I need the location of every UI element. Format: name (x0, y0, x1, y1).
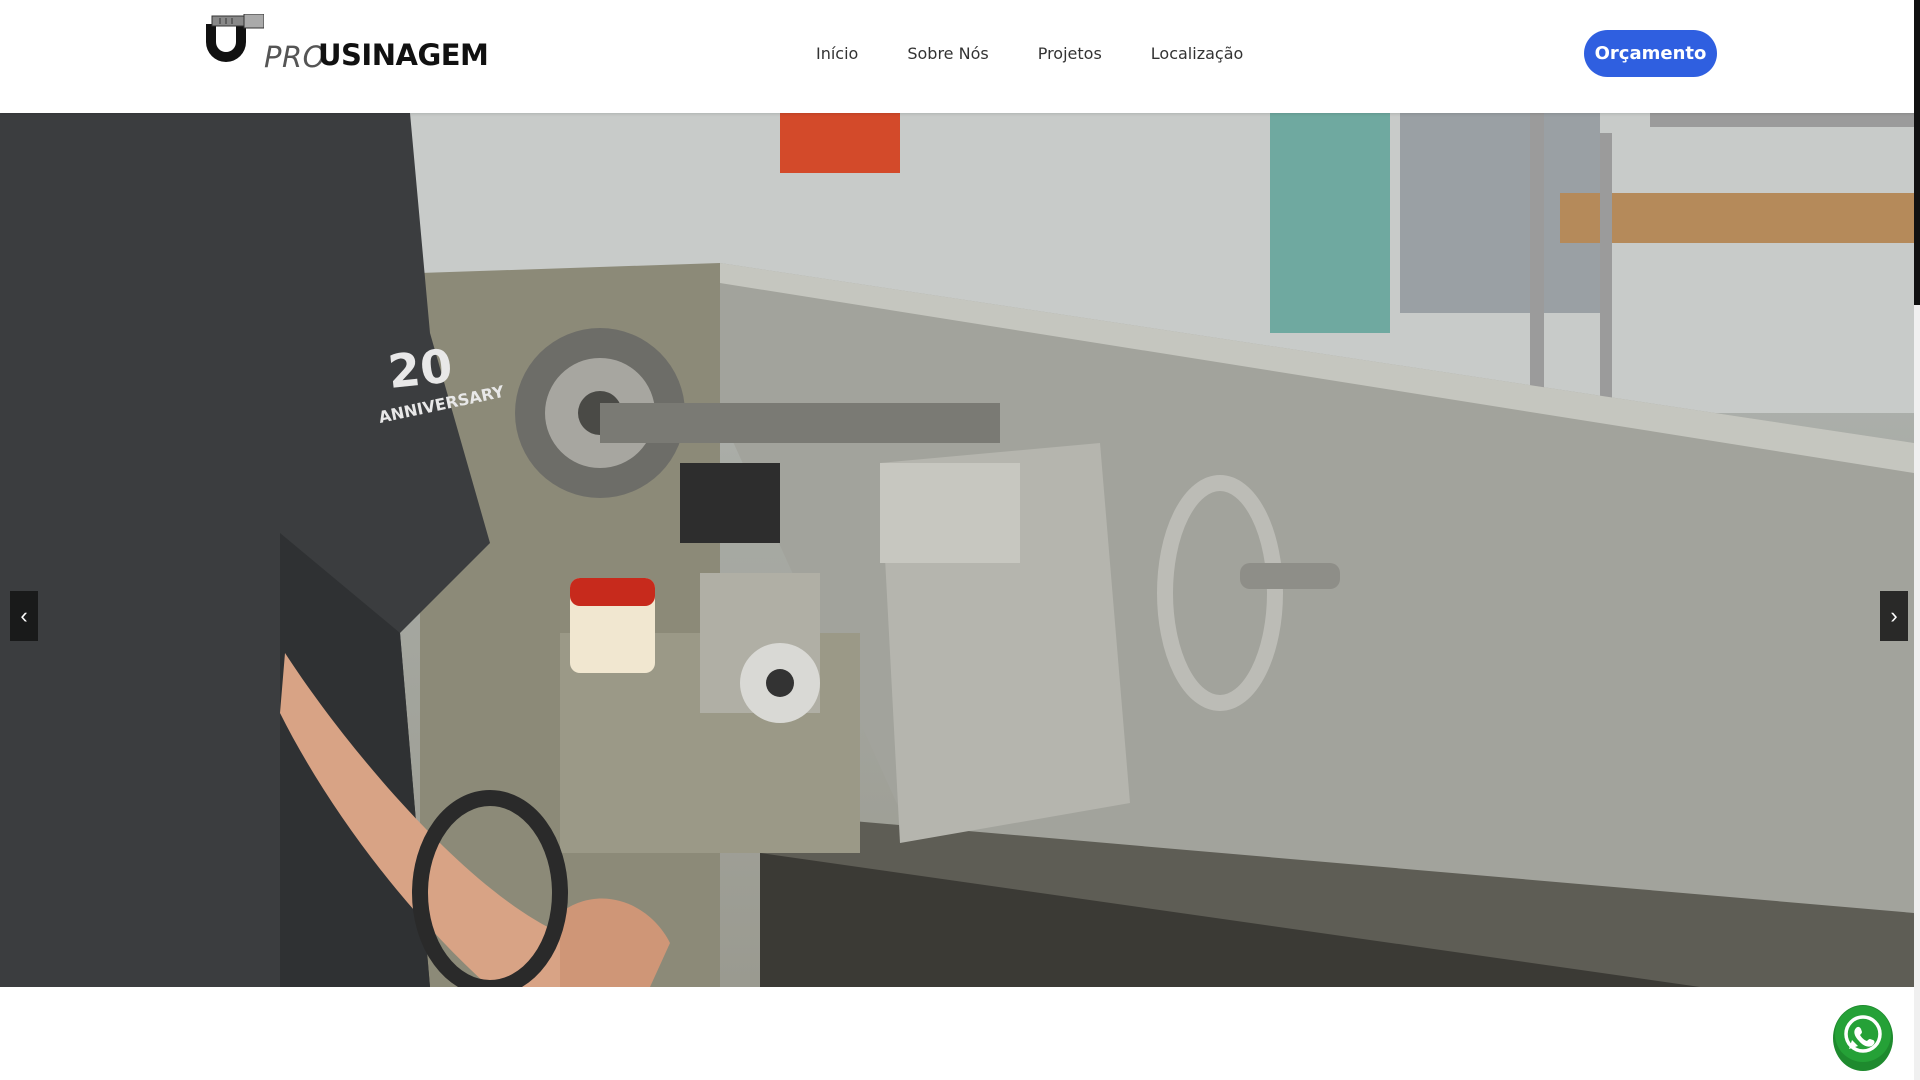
nav-link-sobre-nos[interactable]: Sobre Nós (907, 44, 988, 63)
orcamento-button[interactable]: Orçamento (1584, 30, 1717, 77)
site-header: PRO USINAGEM Início Sobre Nós Projetos L… (0, 0, 1920, 113)
logo-text-usinagem: USINAGEM (318, 38, 489, 72)
main-nav: Início Sobre Nós Projetos Localização (816, 44, 1292, 63)
whatsapp-icon (1833, 1005, 1893, 1071)
logo-text-pro: PRO (264, 40, 326, 74)
nav-link-localizacao[interactable]: Localização (1151, 44, 1244, 63)
page-scrollbar-thumb[interactable] (1914, 0, 1920, 305)
whatsapp-button[interactable] (1832, 1000, 1894, 1072)
hero-carousel: 20 ANNIVERSARY ‹ › (0, 113, 1914, 987)
carousel-prev-arrow[interactable]: ‹ (10, 591, 38, 641)
nav-link-projetos[interactable]: Projetos (1038, 44, 1102, 63)
lathe-machine-photo: 20 ANNIVERSARY (0, 113, 1914, 987)
micrometer-icon (206, 14, 264, 62)
carousel-next-arrow[interactable]: › (1880, 591, 1908, 641)
nav-link-inicio[interactable]: Início (816, 44, 858, 63)
svg-text:20: 20 (386, 339, 455, 399)
logo[interactable]: PRO USINAGEM (200, 14, 489, 78)
